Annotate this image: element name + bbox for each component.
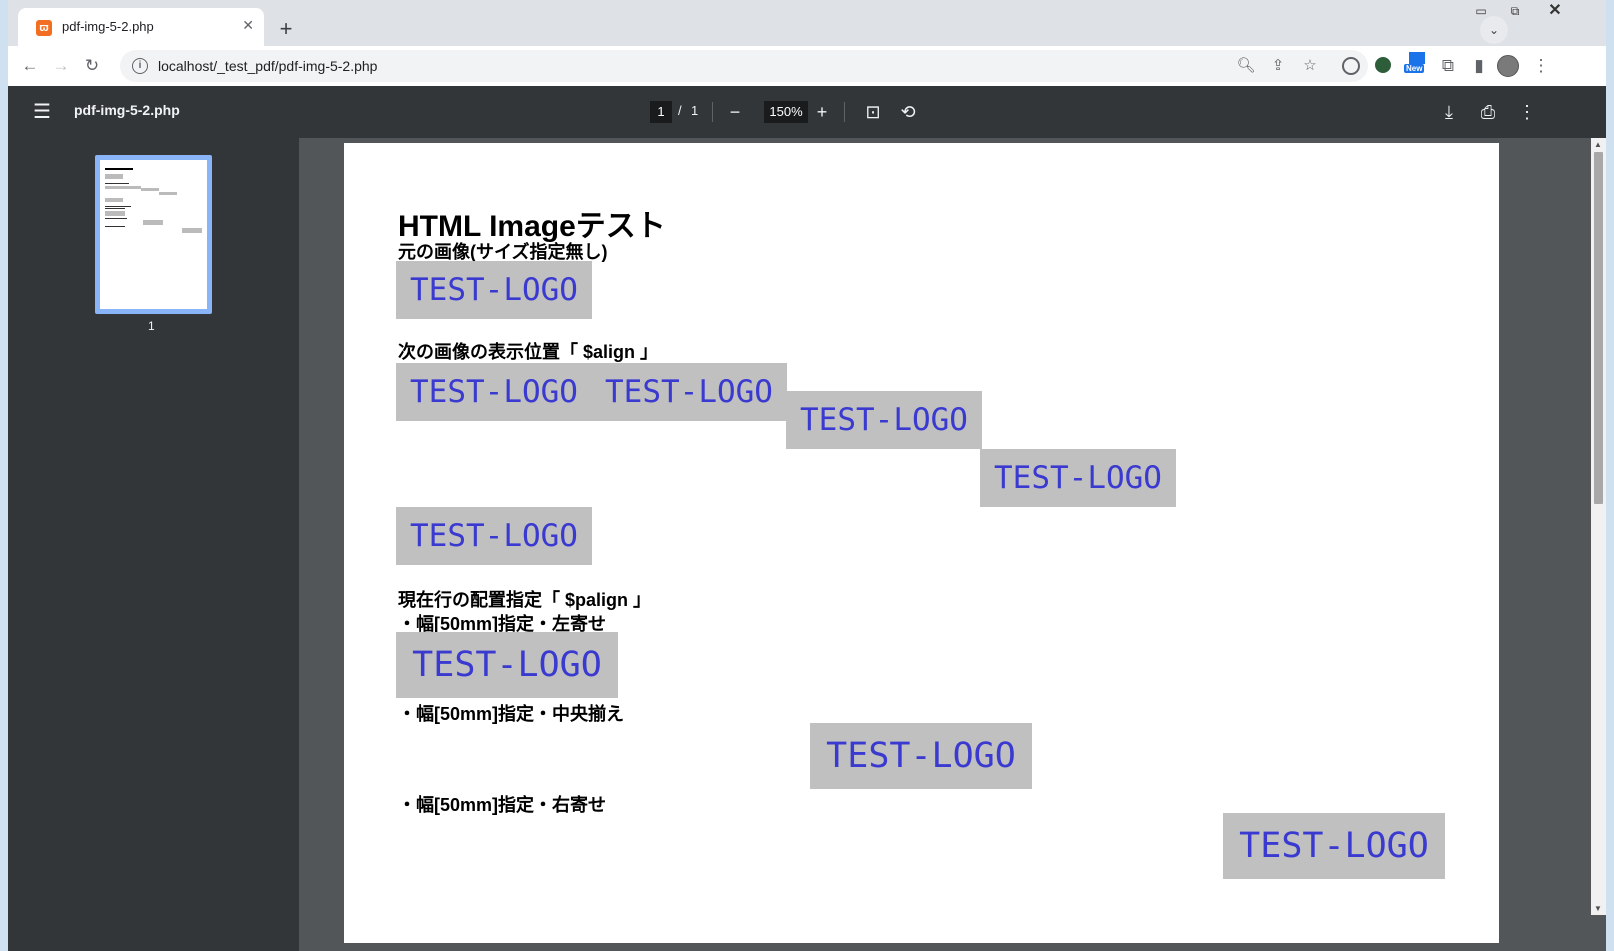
- new-tab-button[interactable]: +: [272, 16, 300, 44]
- zoom-in-icon[interactable]: +: [810, 100, 834, 124]
- scroll-down-arrow-icon[interactable]: ▼: [1594, 904, 1602, 913]
- test-logo-image: TEST-LOGO: [396, 632, 618, 698]
- divider: [712, 102, 713, 122]
- profile-avatar[interactable]: [1497, 55, 1519, 77]
- browser-menu-icon[interactable]: ⋮: [1529, 54, 1553, 78]
- browser-toolbar: ← → ↻ i localhost/_test_pdf/pdf-img-5-2.…: [8, 46, 1606, 86]
- zoom-icon[interactable]: 🔍︎: [1234, 54, 1258, 78]
- extension-new-icon[interactable]: New: [1404, 52, 1430, 80]
- new-badge: New: [1404, 64, 1425, 73]
- page-thumbnail[interactable]: [100, 160, 207, 309]
- vertical-scrollbar[interactable]: ▲ ▼: [1591, 138, 1606, 915]
- reload-icon[interactable]: ↻: [80, 54, 104, 78]
- section-heading-align: 次の画像の表示位置「 $align 」: [398, 342, 659, 362]
- forward-icon[interactable]: →: [49, 54, 73, 78]
- print-icon[interactable]: ⎙: [1476, 100, 1500, 124]
- more-options-icon[interactable]: ⋮: [1515, 100, 1539, 124]
- zoom-level-input[interactable]: 150%: [764, 101, 808, 123]
- fit-page-icon[interactable]: ⊡: [861, 100, 885, 124]
- close-window-button[interactable]: ✕: [1538, 0, 1572, 22]
- page-number-input[interactable]: 1: [650, 101, 672, 123]
- title-bar: ϖ pdf-img-5-2.php ✕ + ⌄ ▭ ⧉ ✕: [8, 0, 1606, 46]
- browser-tab[interactable]: ϖ pdf-img-5-2.php ✕: [18, 8, 264, 46]
- page-separator: /: [678, 103, 682, 118]
- pdf-file-name: pdf-img-5-2.php: [74, 102, 180, 118]
- scrollbar-thumb[interactable]: [1594, 152, 1603, 504]
- menu-icon[interactable]: ☰: [30, 100, 54, 124]
- bookmark-star-icon[interactable]: ☆: [1298, 54, 1322, 78]
- test-logo-image: TEST-LOGO: [810, 723, 1032, 789]
- test-logo-image: TEST-LOGO: [1223, 813, 1445, 879]
- pdf-page: HTML Imageテスト 元の画像(サイズ指定無し) TEST-LOGO 次の…: [344, 143, 1499, 943]
- extension-icon-1[interactable]: [1342, 57, 1360, 75]
- scroll-up-arrow-icon[interactable]: ▲: [1594, 140, 1602, 149]
- address-bar[interactable]: i localhost/_test_pdf/pdf-img-5-2.php 🔍︎…: [120, 50, 1368, 82]
- test-logo-image: TEST-LOGO: [591, 363, 787, 421]
- thumbnail-page-number: 1: [148, 319, 155, 333]
- page-thumbnail-selected[interactable]: [95, 155, 212, 314]
- share-icon[interactable]: ⇪: [1266, 54, 1290, 78]
- divider: [844, 102, 845, 122]
- close-tab-icon[interactable]: ✕: [242, 17, 254, 34]
- zoom-out-icon[interactable]: −: [723, 100, 747, 124]
- side-panel-icon[interactable]: ▮: [1467, 54, 1491, 78]
- label-center-align: ・幅[50mm]指定・中央揃え: [398, 704, 625, 724]
- url-text[interactable]: localhost/_test_pdf/pdf-img-5-2.php: [158, 58, 377, 74]
- test-logo-image: TEST-LOGO: [786, 391, 982, 449]
- pdf-toolbar: ☰ pdf-img-5-2.php 1 / 1 − 150% + ⊡ ⟲ ⤓ ⎙…: [8, 86, 1606, 138]
- rotate-icon[interactable]: ⟲: [896, 100, 920, 124]
- test-logo-image: TEST-LOGO: [396, 507, 592, 565]
- pdf-content-area: HTML Imageテスト 元の画像(サイズ指定無し) TEST-LOGO 次の…: [299, 138, 1606, 951]
- extension-icon-2[interactable]: [1375, 57, 1391, 73]
- back-icon[interactable]: ←: [18, 54, 42, 78]
- tab-title: pdf-img-5-2.php: [62, 19, 154, 34]
- test-logo-image: TEST-LOGO: [980, 449, 1176, 507]
- download-icon[interactable]: ⤓: [1437, 100, 1461, 124]
- page-total: 1: [691, 103, 699, 118]
- label-right-align: ・幅[50mm]指定・右寄せ: [398, 795, 607, 815]
- site-info-icon[interactable]: i: [132, 58, 148, 74]
- browser-window: ϖ pdf-img-5-2.php ✕ + ⌄ ▭ ⧉ ✕ ← → ↻ i lo…: [8, 0, 1606, 951]
- extensions-puzzle-icon[interactable]: ⧉: [1436, 54, 1460, 78]
- test-logo-image: TEST-LOGO: [396, 261, 592, 319]
- section-heading-palign: 現在行の配置指定「 $palign 」: [398, 590, 652, 610]
- minimize-button[interactable]: ▭: [1464, 0, 1498, 22]
- thumbnail-sidebar: 1: [8, 138, 299, 951]
- test-logo-image: TEST-LOGO: [396, 363, 592, 421]
- xampp-icon: ϖ: [36, 20, 52, 36]
- maximize-button[interactable]: ⧉: [1498, 0, 1532, 22]
